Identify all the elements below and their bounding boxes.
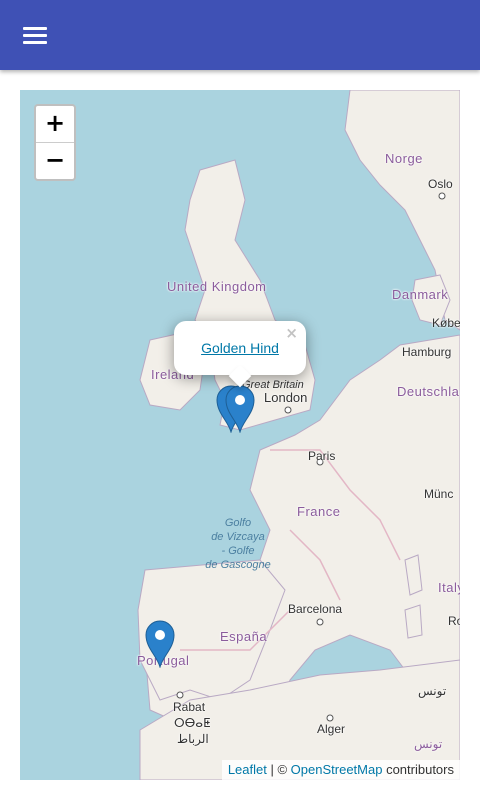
map-label-uk: United Kingdom bbox=[167, 279, 267, 294]
map-label-rabat: Rabat bbox=[173, 700, 206, 714]
map-label-rabat-tifinagh: ⵔⴱⴰⵟ bbox=[174, 716, 211, 730]
map-label-tunis: تونس bbox=[418, 684, 447, 698]
map-marker-icon[interactable] bbox=[225, 385, 255, 434]
map-label-kobenhavn: Købe bbox=[432, 316, 460, 330]
map-label-london: London bbox=[264, 390, 308, 405]
popup-link[interactable]: Golden Hind bbox=[174, 340, 306, 356]
attribution-separator: | © bbox=[266, 762, 291, 777]
zoom-in-button[interactable]: + bbox=[36, 106, 74, 143]
map-label-italia: Italy bbox=[438, 580, 460, 595]
map-label-norge: Norge bbox=[385, 151, 423, 166]
map-label-danmark: Danmark bbox=[392, 287, 449, 302]
map-marker-icon[interactable] bbox=[145, 620, 175, 669]
map-label-barcelona: Barcelona bbox=[288, 602, 343, 616]
map-label-espana: España bbox=[220, 629, 268, 644]
map-label-alger: Alger bbox=[317, 722, 346, 736]
attribution-suffix: contributors bbox=[382, 762, 454, 777]
map-label-rabat-arabic: الرباط bbox=[177, 732, 209, 746]
map-view[interactable]: Norge Oslo United Kingdom Danmark Købe H… bbox=[20, 90, 460, 780]
openstreetmap-link[interactable]: OpenStreetMap bbox=[291, 762, 383, 777]
map-tiles bbox=[20, 90, 460, 780]
map-label-rome: Ro bbox=[448, 614, 460, 628]
map-label-hamburg: Hamburg bbox=[402, 345, 452, 359]
map-label-bay-of-biscay: Golfo de Vizcaya - Golfe de Gascogne bbox=[205, 517, 271, 571]
map-label-paris: Paris bbox=[308, 449, 336, 463]
map-label-deutschland: Deutschla bbox=[397, 384, 460, 399]
hamburger-menu-icon[interactable] bbox=[14, 15, 56, 55]
zoom-out-button[interactable]: − bbox=[36, 143, 74, 179]
map-label-oslo: Oslo bbox=[428, 177, 453, 191]
map-attribution: Leaflet | © OpenStreetMap contributors bbox=[221, 760, 460, 780]
zoom-control: + − bbox=[34, 104, 76, 181]
map-label-tunisia: تونس bbox=[414, 737, 443, 751]
map-label-munchen: Münc bbox=[424, 487, 454, 501]
leaflet-link[interactable]: Leaflet bbox=[228, 762, 267, 777]
marker-popup: Golden Hind × bbox=[174, 321, 306, 388]
close-icon[interactable]: × bbox=[285, 324, 298, 342]
map-label-france: France bbox=[297, 504, 341, 519]
app-bar bbox=[0, 0, 480, 70]
